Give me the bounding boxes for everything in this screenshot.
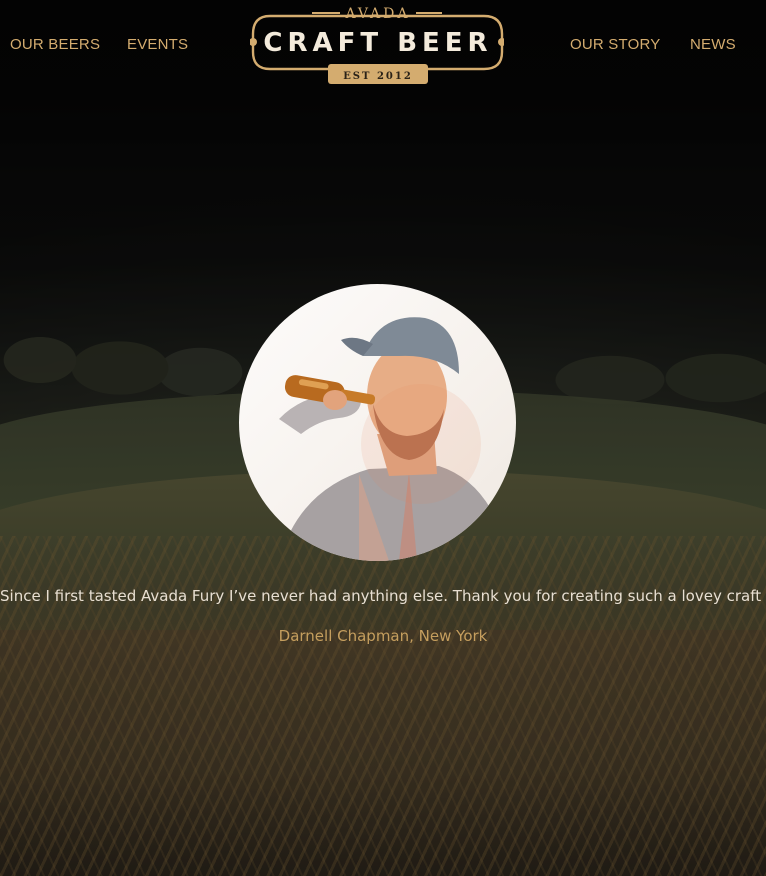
testimonial-author: Darnell Chapman, New York xyxy=(278,627,488,645)
craft-beer-logo[interactable]: AVADA CRAFT BEER EST 2012 xyxy=(250,4,504,86)
testimonial-avatar xyxy=(239,284,516,561)
logo-badge-text: EST 2012 xyxy=(343,71,413,82)
logo-badge-icon: AVADA CRAFT BEER EST 2012 xyxy=(250,6,504,84)
logo-top-text: AVADA xyxy=(344,6,410,22)
person-drinking-beer-icon xyxy=(279,317,509,561)
nav-our-beers[interactable]: OUR BEERS xyxy=(10,36,100,53)
nav-news[interactable]: NEWS xyxy=(690,36,736,53)
nav-our-story[interactable]: OUR STORY xyxy=(570,36,660,53)
nav-events[interactable]: EVENTS xyxy=(127,36,188,53)
testimonial-quote: Since I first tasted Avada Fury I’ve nev… xyxy=(0,587,766,605)
logo-main-text: CRAFT BEER xyxy=(263,28,492,58)
